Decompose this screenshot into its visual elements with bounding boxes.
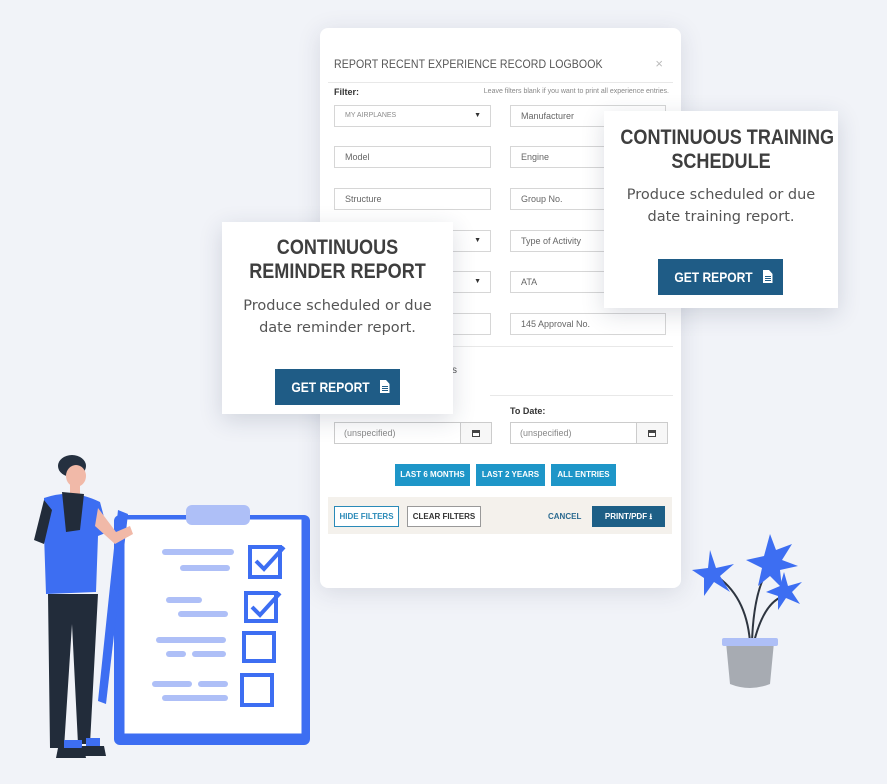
reminder-get-report-label: GET REPORT (291, 379, 371, 395)
header-divider (328, 82, 673, 83)
to-date-calendar-button[interactable] (636, 422, 668, 444)
plant-illustration (692, 534, 802, 688)
download-icon: ⭳ (649, 512, 653, 521)
training-schedule-card: CONTINUOUS TRAINING SCHEDULE Produce sch… (604, 111, 838, 308)
to-date-input[interactable]: (unspecified) (510, 422, 637, 444)
airplanes-select[interactable]: MY AIRPLANES ▼ (334, 105, 491, 127)
document-icon (379, 380, 390, 393)
modal-footer: HIDE FILTERS CLEAR FILTERS CANCEL PRINT/… (328, 497, 672, 534)
calendar-icon (648, 429, 656, 437)
reminder-card-title-line2: REMINDER REPORT (249, 260, 426, 283)
training-get-report-button[interactable]: GET REPORT (658, 259, 783, 295)
from-date-input[interactable]: (unspecified) (334, 422, 461, 444)
print-pdf-label: PRINT/PDF (604, 512, 648, 521)
all-entries-button[interactable]: ALL ENTRIES (551, 464, 616, 486)
training-card-title-line1: CONTINUOUS TRAINING (620, 126, 835, 149)
document-icon (762, 270, 773, 283)
structure-field[interactable]: Structure (334, 188, 491, 210)
clear-filters-button[interactable]: CLEAR FILTERS (407, 506, 481, 527)
reminder-get-report-button[interactable]: GET REPORT (275, 369, 400, 405)
approval-no-field[interactable]: 145 Approval No. (510, 313, 666, 335)
last-2-years-button[interactable]: LAST 2 YEARS (476, 464, 545, 486)
chevron-down-icon: ▼ (474, 278, 481, 285)
chevron-down-icon: ▼ (474, 237, 481, 244)
print-pdf-button[interactable]: PRINT/PDF ⭳ (592, 506, 665, 527)
modal-title: REPORT RECENT EXPERIENCE RECORD LOGBOOK (334, 57, 603, 71)
from-date-calendar-button[interactable] (460, 422, 492, 444)
reminder-card-title-line1: CONTINUOUS (276, 236, 399, 259)
model-field[interactable]: Model (334, 146, 491, 168)
calendar-icon (472, 429, 480, 437)
cancel-button[interactable]: CANCEL (548, 506, 581, 527)
reminder-card-desc-line1: Produce scheduled or due (243, 298, 432, 314)
training-card-title-line2: SCHEDULE (671, 150, 771, 173)
training-get-report-label: GET REPORT (674, 269, 754, 285)
filter-hint: Leave filters blank if you want to print… (483, 88, 669, 95)
training-card-desc-line1: Produce scheduled or due (626, 187, 816, 203)
airplanes-select-value: MY AIRPLANES (345, 112, 397, 119)
to-date-label: To Date: (510, 406, 546, 416)
chevron-down-icon: ▼ (474, 112, 481, 119)
last-6-months-button[interactable]: LAST 6 MONTHS (395, 464, 470, 486)
filter-label: Filter: (334, 87, 360, 97)
reminder-report-card: CONTINUOUS REMINDER REPORT Produce sched… (222, 222, 453, 414)
close-icon[interactable]: × (655, 56, 663, 71)
date-divider (490, 395, 673, 396)
training-card-desc-line2: date training report. (647, 209, 795, 225)
person-illustration (34, 455, 133, 758)
hide-filters-button[interactable]: HIDE FILTERS (334, 506, 399, 527)
reminder-card-desc-line2: date reminder report. (259, 320, 416, 336)
